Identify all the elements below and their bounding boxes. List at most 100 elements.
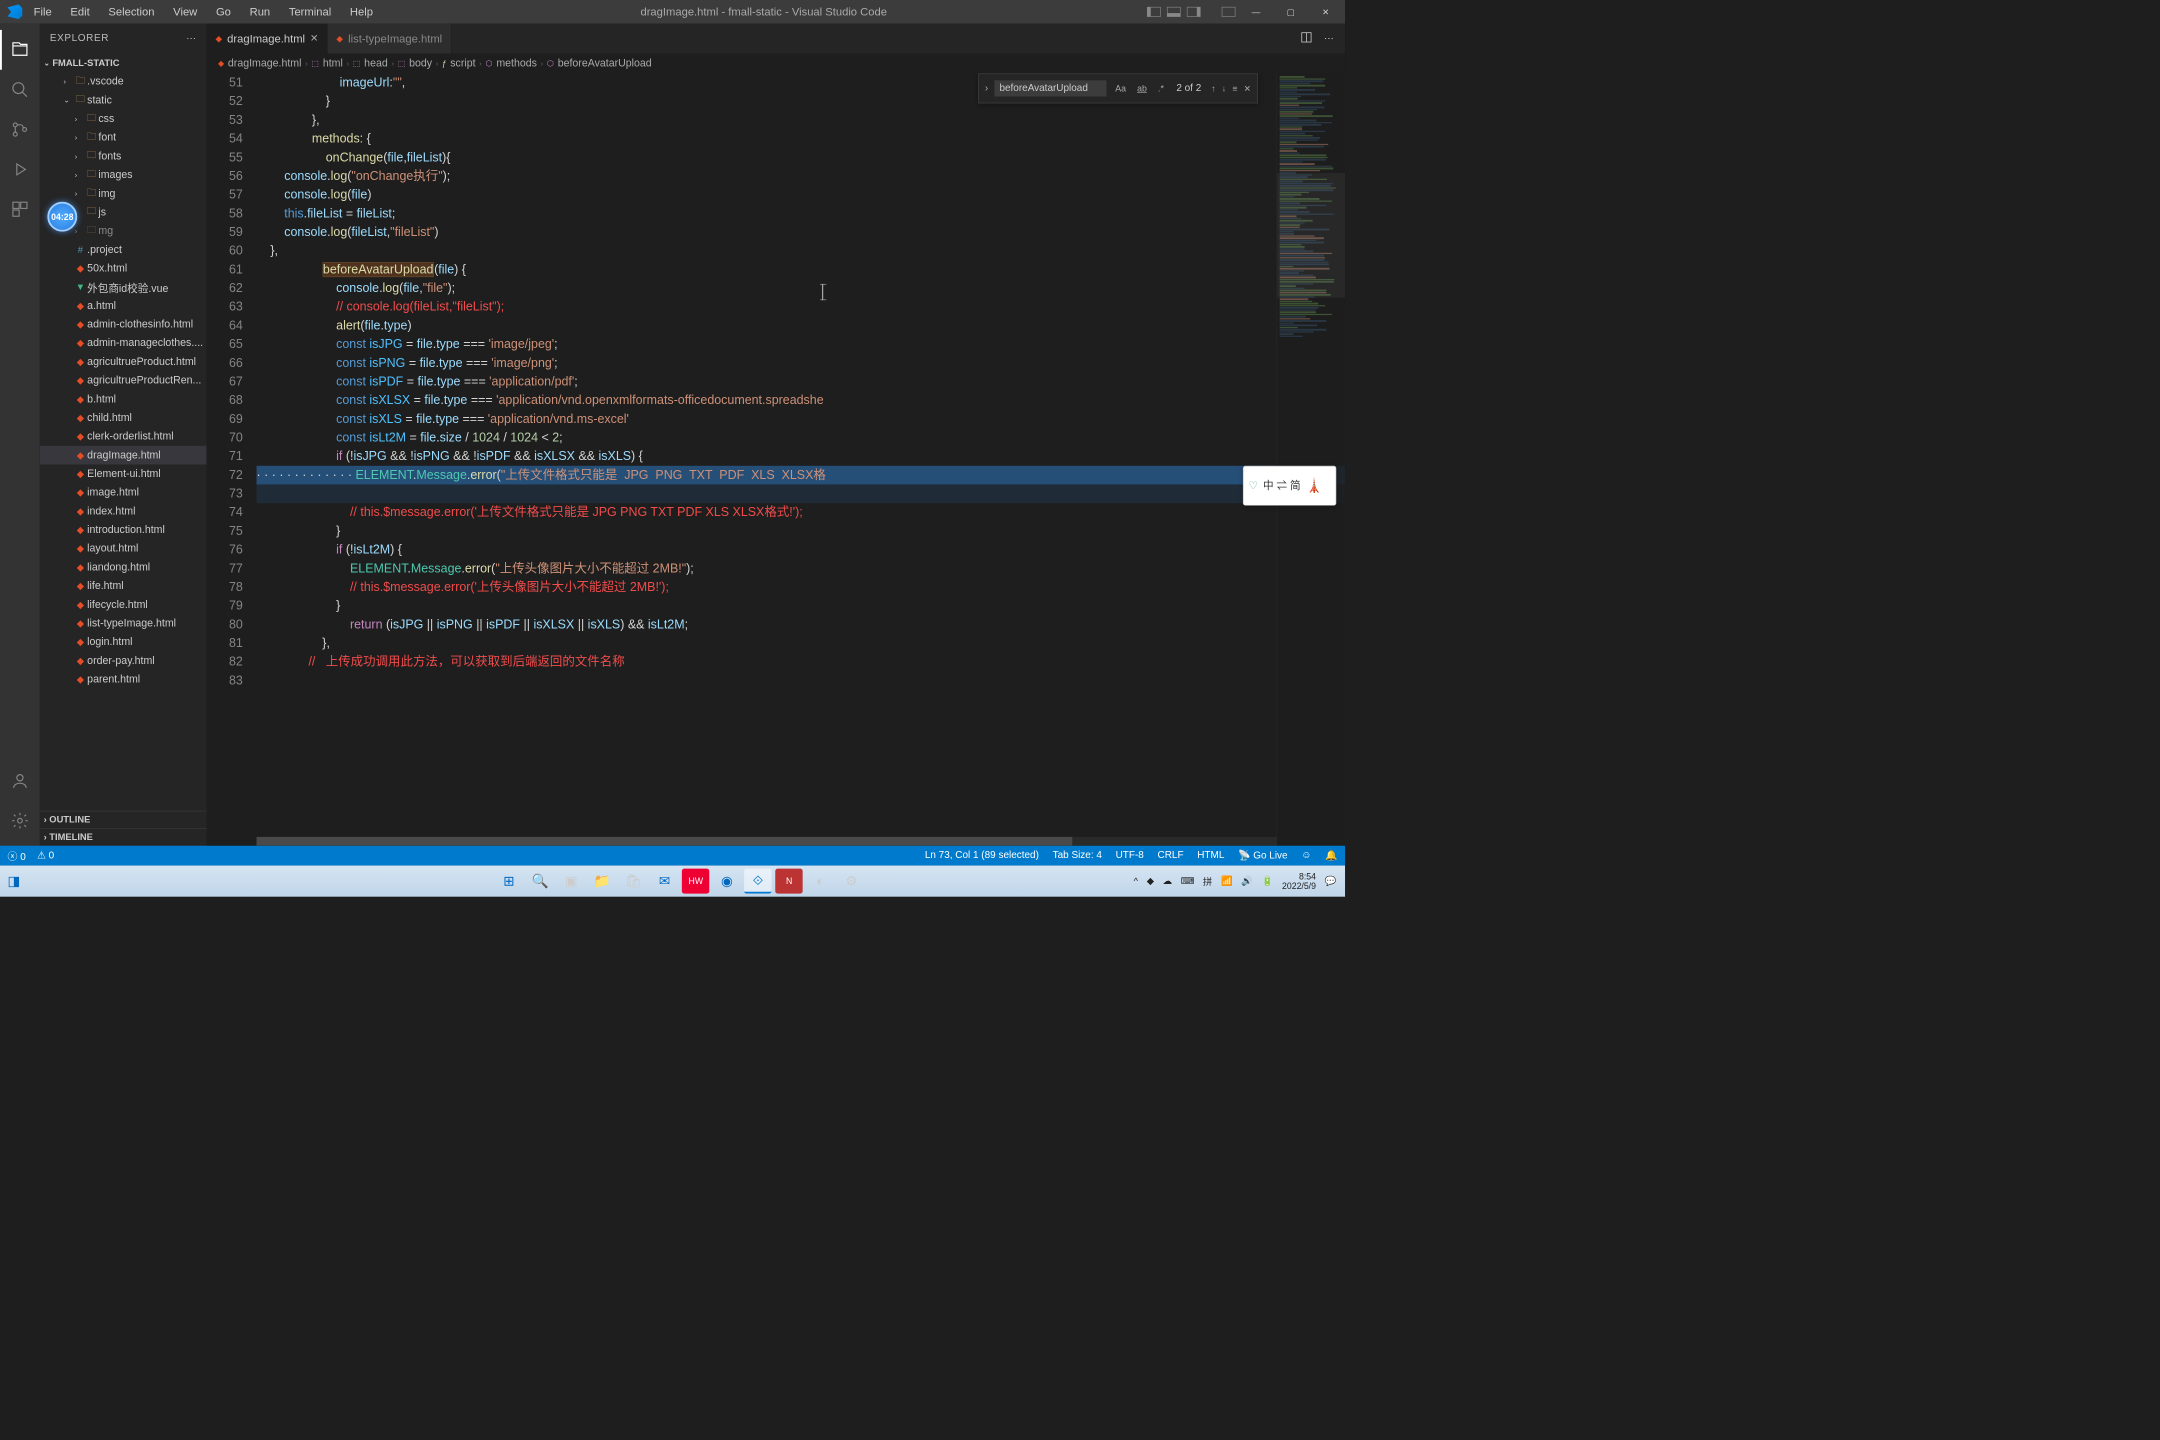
volume-icon[interactable]: 🔊	[1241, 876, 1253, 887]
code-line[interactable]: if (!isLt2M) {	[257, 541, 1345, 560]
code-line[interactable]: const isPDF = file.type === 'application…	[257, 372, 1345, 391]
file-tree[interactable]: ›🗀.vscode⌄🗀static›🗀css›🗀font›🗀fonts›🗀ima…	[40, 72, 207, 811]
horizontal-scrollbar[interactable]	[257, 837, 1277, 846]
layout-custom-icon[interactable]	[1222, 7, 1236, 17]
code-line[interactable]: beforeAvatarUpload(file) {	[257, 260, 1345, 279]
menu-edit[interactable]: Edit	[63, 3, 97, 21]
status-errors[interactable]: ⓧ 0	[7, 848, 25, 863]
file-item[interactable]: ◆lifecycle.html	[40, 595, 207, 614]
match-word-icon[interactable]: ab	[1135, 78, 1150, 99]
folder-item[interactable]: ⌄🗀static	[40, 91, 207, 110]
code-line[interactable]: },	[257, 111, 1345, 130]
minimize-button[interactable]: —	[1242, 0, 1271, 24]
file-item[interactable]: #.project	[40, 240, 207, 259]
file-item[interactable]: ◆clerk-orderlist.html	[40, 427, 207, 446]
close-window-button[interactable]: ✕	[1311, 0, 1340, 24]
edge-icon[interactable]: ◉	[713, 869, 740, 894]
system-tray[interactable]: ^ ◆ ☁ ⌨ 拼 📶 🔊 🔋 8:542022/5/9 💬	[1134, 871, 1337, 891]
close-tab-icon[interactable]: ✕	[310, 32, 318, 44]
file-item[interactable]: ◆liandong.html	[40, 558, 207, 577]
explorer-icon[interactable]	[0, 30, 40, 70]
file-item[interactable]: ◆agricultrueProductRen...	[40, 371, 207, 390]
outline-section[interactable]: › OUTLINE	[40, 811, 207, 828]
code-line[interactable]: },	[257, 634, 1345, 653]
find-close-icon[interactable]: ✕	[1244, 79, 1251, 98]
code-line[interactable]: · · · · · · · · · · · · · ELEMENT.Messag…	[257, 466, 1345, 485]
file-item[interactable]: ◆layout.html	[40, 539, 207, 558]
status-encoding[interactable]: UTF-8	[1116, 850, 1144, 861]
status-eol[interactable]: CRLF	[1158, 850, 1184, 861]
folder-item[interactable]: ›🗀font	[40, 128, 207, 147]
tray-chevron-icon[interactable]: ^	[1134, 876, 1138, 887]
status-tabsize[interactable]: Tab Size: 4	[1053, 850, 1102, 861]
code-line[interactable]: const isLt2M = file.size / 1024 / 1024 <…	[257, 428, 1345, 447]
menu-go[interactable]: Go	[208, 3, 238, 21]
status-bell-icon[interactable]: 🔔	[1325, 849, 1337, 861]
status-golive[interactable]: 📡 Go Live	[1238, 849, 1288, 861]
sidebar-more-icon[interactable]: ⋯	[186, 32, 197, 44]
file-item[interactable]: ◆dragImage.html	[40, 446, 207, 465]
layout-bottom-icon[interactable]	[1167, 7, 1181, 17]
code-line[interactable]: this.fileList = fileList;	[257, 204, 1345, 223]
folder-item[interactable]: ›🗀css	[40, 110, 207, 129]
layout-left-icon[interactable]	[1147, 7, 1161, 17]
code-line[interactable]: console.log(fileList,"fileList")	[257, 223, 1345, 242]
file-item[interactable]: ◆image.html	[40, 483, 207, 502]
widgets-icon[interactable]: ◨	[7, 873, 20, 889]
code-line[interactable]: },	[257, 242, 1345, 261]
code-line[interactable]: }	[257, 522, 1345, 541]
find-prev-icon[interactable]: ↑	[1211, 79, 1215, 98]
chrome-icon[interactable]: ◐	[807, 869, 834, 894]
status-cursor[interactable]: Ln 73, Col 1 (89 selected)	[925, 850, 1039, 861]
minimap[interactable]	[1277, 73, 1345, 845]
folder-item[interactable]: ›🗀fonts	[40, 147, 207, 166]
code-line[interactable]: const isXLSX = file.type === 'applicatio…	[257, 391, 1345, 410]
tab-dragimage[interactable]: ◆ dragImage.html ✕	[207, 24, 328, 54]
notifications-icon[interactable]: 💬	[1325, 876, 1337, 887]
code-line[interactable]: methods: {	[257, 130, 1345, 149]
code-line[interactable]: // this.$message.error('上传头像图片大小不能超过 2MB…	[257, 578, 1345, 597]
layout-right-icon[interactable]	[1187, 7, 1201, 17]
tray-app-icon[interactable]: ◆	[1147, 876, 1154, 887]
breadcrumb[interactable]: ◆dragImage.html› ⬚html› ⬚head› ⬚body› ƒs…	[207, 54, 1345, 74]
battery-icon[interactable]: 🔋	[1262, 876, 1274, 887]
find-selection-icon[interactable]: ≡	[1232, 79, 1237, 98]
folder-item[interactable]: ›🗀img	[40, 184, 207, 203]
tray-clock[interactable]: 8:542022/5/9	[1282, 871, 1316, 891]
huawei-icon[interactable]: HW	[682, 869, 709, 894]
file-item[interactable]: ◆agricultrueProduct.html	[40, 352, 207, 371]
file-item[interactable]: ◆Element-ui.html	[40, 465, 207, 484]
extensions-icon[interactable]	[0, 189, 40, 229]
app-task-icon[interactable]: N	[776, 869, 803, 894]
file-explorer-icon[interactable]: 📁	[589, 869, 616, 894]
onedrive-icon[interactable]: ☁	[1163, 876, 1172, 887]
code-line[interactable]: }	[257, 597, 1345, 616]
code-line[interactable]: const isJPG = file.type === 'image/jpeg'…	[257, 335, 1345, 354]
menu-selection[interactable]: Selection	[101, 3, 162, 21]
maximize-button[interactable]: ▢	[1277, 0, 1306, 24]
find-next-icon[interactable]: ↓	[1222, 79, 1226, 98]
file-item[interactable]: ◆login.html	[40, 633, 207, 652]
status-feedback-icon[interactable]: ☺	[1301, 850, 1311, 861]
file-item[interactable]: ◆parent.html	[40, 670, 207, 689]
code-line[interactable]: // console.log(fileList,"fileList");	[257, 298, 1345, 317]
tab-listtypeimage[interactable]: ◆ list-typeImage.html	[328, 24, 452, 54]
status-lang[interactable]: HTML	[1197, 850, 1224, 861]
code-editor[interactable]: 5152535455565758596061626364656667686970…	[207, 73, 1345, 845]
find-expand-icon[interactable]: ›	[985, 79, 988, 98]
code-line[interactable]: // 上传成功调用此方法，可以获取到后端返回的文件名称	[257, 653, 1345, 672]
wifi-icon[interactable]: 📶	[1221, 876, 1233, 887]
source-control-icon[interactable]	[0, 110, 40, 150]
ime-popup[interactable]: ♡ 中 ⇌ 简 🗼	[1243, 466, 1336, 506]
split-editor-icon[interactable]	[1300, 31, 1312, 47]
match-case-icon[interactable]: Aa	[1113, 78, 1129, 99]
code-line[interactable]: // this.$message.error('上传文件格式只能是 JPG PN…	[257, 503, 1345, 522]
mail-icon[interactable]: ✉	[651, 869, 678, 894]
file-item[interactable]: ◆50x.html	[40, 259, 207, 278]
settings-task-icon[interactable]: ⚙	[838, 869, 865, 894]
settings-gear-icon[interactable]	[0, 801, 40, 841]
file-item[interactable]: ◆introduction.html	[40, 521, 207, 540]
code-line[interactable]: if (!isJPG && !isPNG && !isPDF && isXLSX…	[257, 447, 1345, 466]
code-line[interactable]: ELEMENT.Message.error("上传头像图片大小不能超过 2MB!…	[257, 559, 1345, 578]
file-item[interactable]: ◆a.html	[40, 296, 207, 315]
